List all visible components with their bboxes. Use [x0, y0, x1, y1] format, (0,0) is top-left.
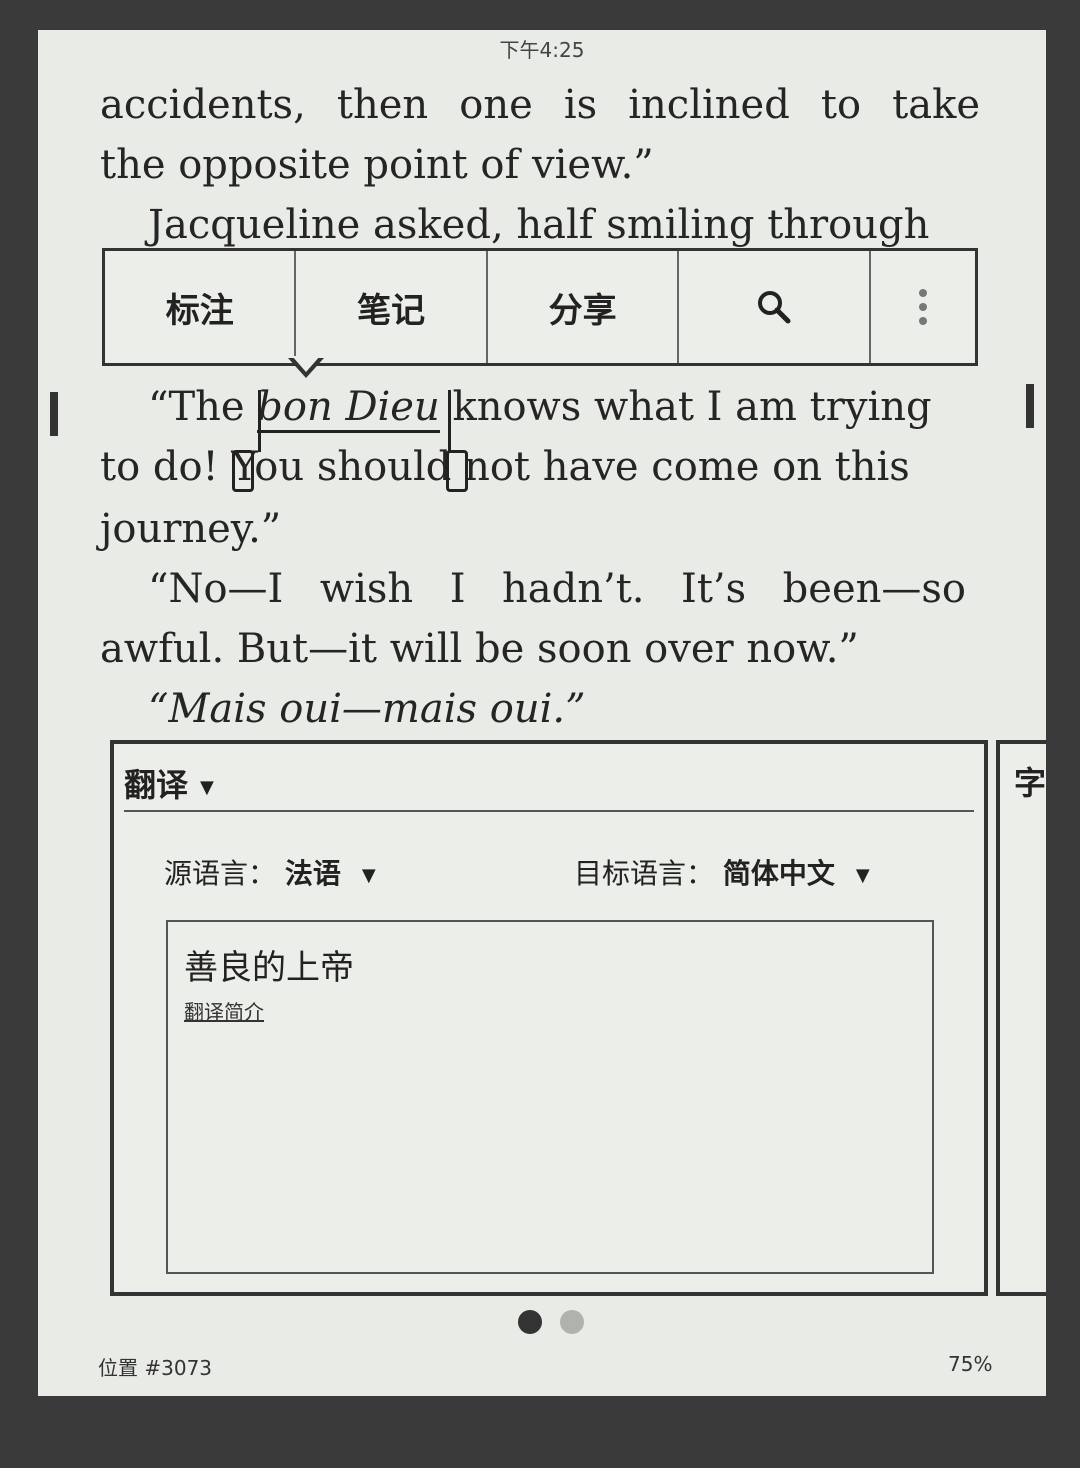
reader-screen: 下午4:25 accidents, then one is inclined t…: [38, 30, 1046, 1396]
status-time: 下午4:25: [499, 38, 585, 62]
search-button[interactable]: [679, 251, 871, 363]
book-line: “Mais oui—mais oui.”: [148, 686, 586, 732]
right-edge-marker: [1026, 384, 1034, 428]
progress-percent: 75%: [948, 1352, 993, 1376]
next-panel-title: 字: [1014, 764, 1046, 802]
caret-down-icon: ▼: [361, 864, 376, 886]
translation-info-link[interactable]: 翻译简介: [184, 996, 264, 1025]
caret-down-icon: ▼: [855, 864, 870, 886]
caret-down-icon: ▼: [200, 776, 214, 798]
pager-dot[interactable]: [560, 1310, 584, 1334]
book-line-selected: “The bon Dieu knows what I am trying: [148, 382, 1028, 433]
search-icon: [758, 291, 791, 324]
book-line: the opposite point of view.”: [100, 142, 654, 188]
translation-panel: 翻译 ▼ 源语言： 法语 ▼ 目标语言： 简体中文 ▼ 善良的上帝 翻译简介: [110, 740, 988, 1296]
selection-toolbar: 标注 笔记 分享: [102, 248, 978, 366]
selected-text[interactable]: bon Dieu: [257, 384, 440, 433]
left-edge-marker: [50, 392, 58, 436]
book-line: journey.”: [100, 506, 282, 552]
panel-divider: [124, 810, 974, 812]
book-text: knows what I am trying: [452, 384, 932, 430]
target-language-select[interactable]: 目标语言： 简体中文 ▼: [574, 852, 870, 892]
book-line: awful. But—it will be soon over now.”: [100, 626, 859, 672]
share-button[interactable]: 分享: [488, 251, 680, 363]
note-button[interactable]: 笔记: [296, 251, 488, 363]
more-vertical-icon: [918, 289, 927, 325]
panel-title: 翻译: [124, 766, 189, 804]
selection-end-caret: [448, 390, 451, 452]
selection-start-handle[interactable]: [232, 450, 254, 492]
more-button[interactable]: [871, 251, 975, 363]
panel-title-dropdown[interactable]: 翻译 ▼: [124, 760, 214, 806]
selection-end-handle[interactable]: [446, 450, 468, 492]
book-line: “No—I wish I hadn’t. It’s been—so: [148, 566, 966, 612]
pager-dot-active[interactable]: [518, 1310, 542, 1334]
next-panel-peek[interactable]: 字: [996, 740, 1046, 1296]
target-language-label: 目标语言：: [574, 857, 715, 890]
toolbar-pointer-inner: [292, 356, 320, 372]
book-line: Jacqueline asked, half smiling through: [148, 202, 930, 248]
selection-start-caret: [258, 390, 261, 452]
translation-result-box: 善良的上帝 翻译简介: [166, 920, 934, 1274]
highlight-button[interactable]: 标注: [105, 251, 297, 363]
source-language-select[interactable]: 源语言： 法语 ▼: [164, 852, 376, 892]
target-language-value: 简体中文: [722, 857, 835, 890]
source-language-label: 源语言：: [164, 857, 277, 890]
book-line: accidents, then one is inclined to take: [100, 82, 980, 128]
source-language-value: 法语: [284, 857, 341, 890]
location-indicator: 位置 #3073: [98, 1356, 213, 1380]
translation-result: 善良的上帝: [184, 948, 354, 988]
book-text: “The: [148, 384, 245, 430]
